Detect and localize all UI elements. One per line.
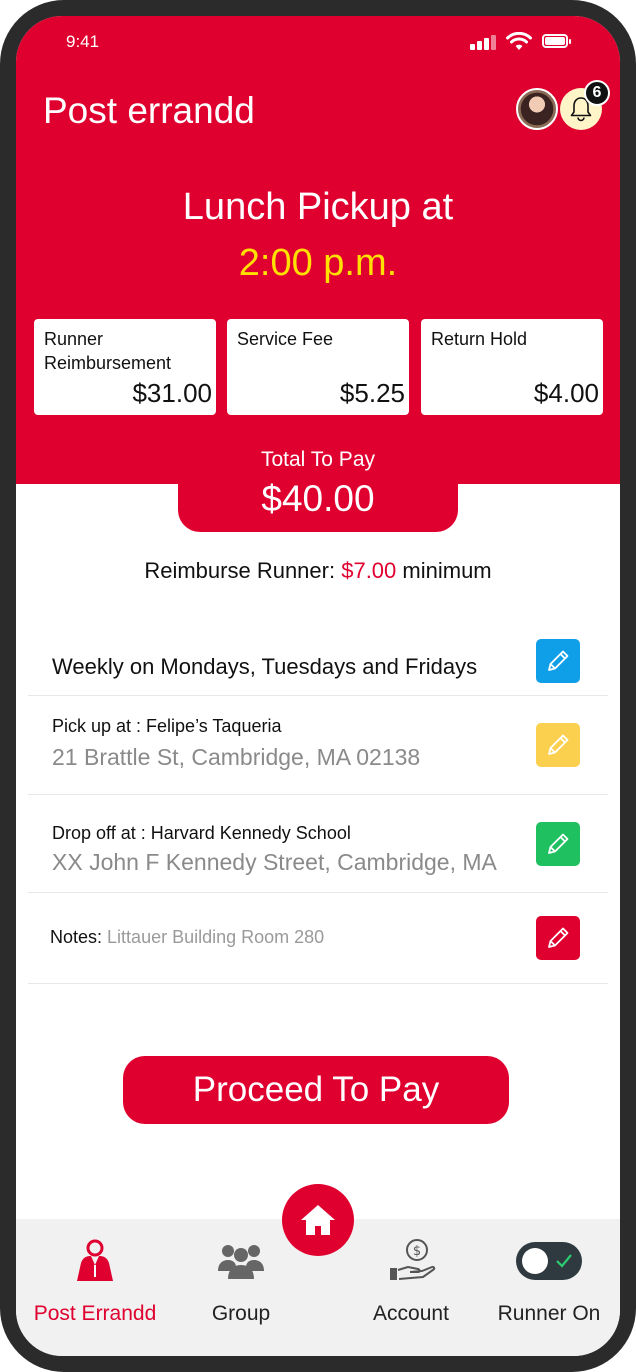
notes-label: Notes:	[50, 927, 103, 947]
tab-label: Post Errandd	[33, 1302, 157, 1325]
status-time: 9:41	[66, 32, 100, 51]
group-icon	[218, 1245, 264, 1279]
fee-card-return-hold: Return Hold $4.00	[421, 319, 603, 415]
pencil-icon	[548, 650, 569, 671]
reimburse-amount: $7.00	[341, 558, 397, 583]
pencil-icon	[548, 734, 569, 755]
pickup-address: 21 Brattle St, Cambridge, MA 02138	[52, 744, 421, 770]
avatar[interactable]	[516, 88, 558, 130]
fee-value: $5.25	[339, 378, 405, 408]
edit-notes-button[interactable]	[536, 916, 580, 960]
pencil-icon	[548, 927, 569, 948]
home-icon	[301, 1205, 335, 1235]
toggle-knob	[522, 1248, 548, 1274]
fee-label: Runner Reimbursement	[44, 329, 172, 373]
reimburse-suffix: minimum	[402, 558, 492, 583]
notes-value: Littauer Building Room 280	[107, 927, 325, 947]
total-value: $40.00	[261, 478, 375, 519]
pencil-icon	[548, 833, 569, 854]
dropoff-label: Drop off at : Harvard Kennedy School	[52, 823, 351, 843]
errand-title: Lunch Pickup at	[182, 186, 454, 228]
edit-schedule-button[interactable]	[536, 639, 580, 683]
battery-icon	[542, 34, 571, 48]
fee-value: $31.00	[132, 378, 212, 408]
tab-label: Runner On	[497, 1302, 601, 1325]
signal-icon	[470, 34, 496, 50]
tab-group[interactable]: Group	[176, 1224, 306, 1334]
fee-value: $4.00	[533, 378, 599, 408]
tab-post-errandd[interactable]: Post Errandd	[30, 1224, 160, 1334]
edit-dropoff-button[interactable]	[536, 822, 580, 866]
fee-card-service-fee: Service Fee $5.25	[227, 319, 409, 415]
schedule-text: Weekly on Mondays, Tuesdays and Fridays	[52, 654, 478, 679]
home-button[interactable]	[282, 1184, 354, 1256]
tab-account[interactable]: $ Account	[346, 1224, 476, 1334]
dropoff-address: XX John F Kennedy Street, Cambridge, MA	[52, 849, 497, 875]
reimburse-prefix: Reimburse Runner:	[144, 558, 336, 583]
person-pray-icon	[77, 1239, 113, 1281]
fee-label: Return Hold	[431, 329, 528, 349]
hand-coin-icon: $	[390, 1239, 436, 1280]
pickup-label: Pick up at : Felipe’s Taqueria	[52, 716, 282, 736]
errand-time: 2:00 p.m.	[238, 242, 398, 284]
fee-label: Service Fee	[237, 329, 334, 349]
notes-text: Notes: Littauer Building Room 280	[50, 927, 324, 948]
phone-frame: 9:41 Post errandd 6 Lunch Pickup at 2:00…	[0, 0, 636, 1372]
notification-badge: 6	[584, 80, 610, 106]
edit-pickup-button[interactable]	[536, 723, 580, 767]
checkmark-icon	[556, 1254, 572, 1268]
reimburse-runner-text: Reimburse Runner: $7.00 minimum	[16, 558, 620, 584]
notes-row: Notes: Littauer Building Room 280	[28, 893, 608, 984]
dropoff-row: Drop off at : Harvard Kennedy School XX …	[28, 795, 608, 893]
runner-toggle[interactable]	[516, 1242, 582, 1280]
pickup-row: Pick up at : Felipe’s Taqueria 21 Brattl…	[28, 696, 608, 795]
tab-runner-on[interactable]: Runner On	[484, 1224, 614, 1334]
status-bar: 9:41	[16, 16, 620, 66]
tab-label: Account	[373, 1302, 449, 1325]
page-title: Post errandd	[43, 90, 255, 131]
wifi-icon	[506, 32, 532, 50]
total-label: Total To Pay	[260, 448, 375, 471]
status-icons	[470, 32, 580, 52]
tab-label: Group	[211, 1302, 271, 1325]
screen: 9:41 Post errandd 6 Lunch Pickup at 2:00…	[16, 16, 620, 1356]
fee-card-runner-reimbursement: Runner Reimbursement $31.00	[34, 319, 216, 415]
proceed-to-pay-button[interactable]: Proceed To Pay	[123, 1056, 509, 1124]
svg-text:$: $	[413, 1244, 421, 1259]
schedule-row: Weekly on Mondays, Tuesdays and Fridays	[28, 626, 608, 696]
